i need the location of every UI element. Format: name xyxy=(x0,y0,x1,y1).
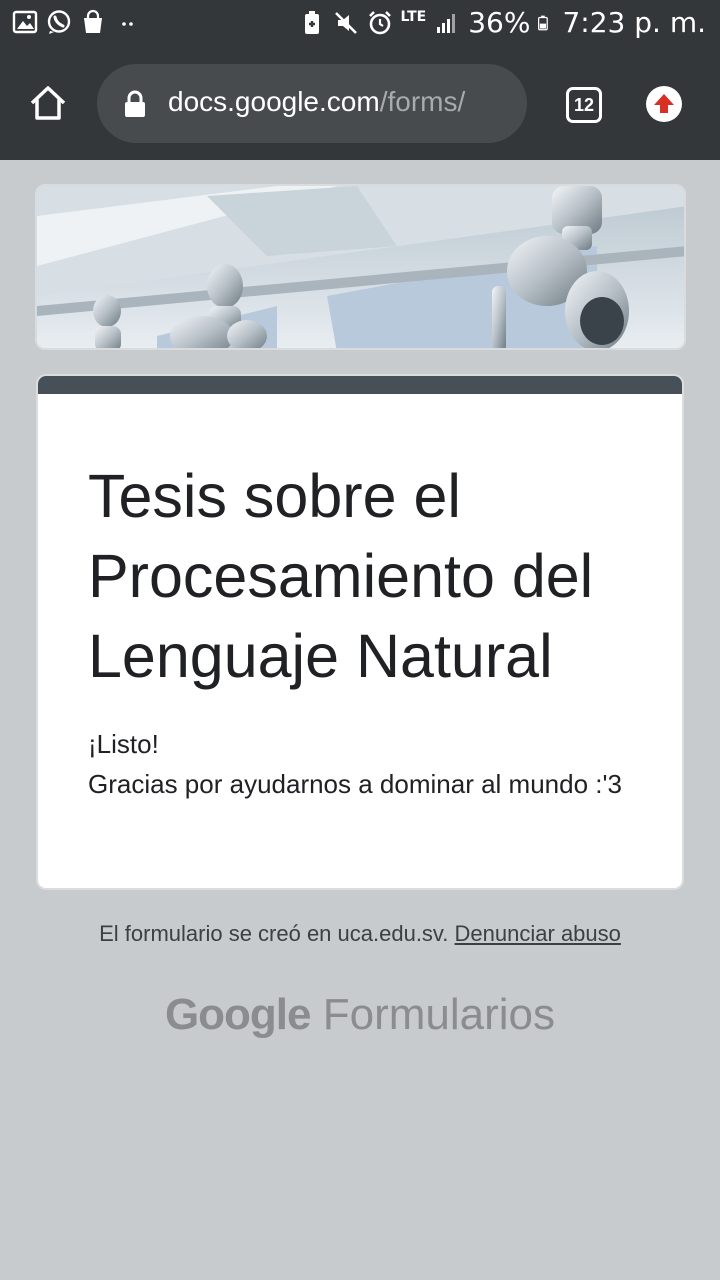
form-header-image xyxy=(35,184,686,350)
report-abuse-link[interactable]: Denunciar abuso xyxy=(455,921,621,946)
lock-icon xyxy=(125,90,145,117)
system-status: LTE 36% 7:23 p. m. xyxy=(299,6,706,39)
alarm-icon xyxy=(368,10,391,34)
url-text[interactable]: docs.google.com/forms/ xyxy=(168,86,486,118)
google-wordmark: Google xyxy=(164,990,312,1039)
mute-icon xyxy=(334,11,357,34)
more-dots-icon xyxy=(122,22,133,26)
robots-illustration xyxy=(37,186,684,348)
signal-icon xyxy=(437,13,456,33)
confirmation-line-1: ¡Listo! xyxy=(88,729,159,759)
address-bar[interactable]: docs.google.com/forms/ xyxy=(97,64,527,143)
gallery-icon xyxy=(12,10,38,34)
shopping-bag-icon xyxy=(84,9,102,33)
clock: 7:23 p. m. xyxy=(562,6,706,39)
confirmation-line-2: Gracias por ayudarnos a dominar al mundo… xyxy=(88,769,622,799)
battery-percent: 36% xyxy=(468,6,531,39)
notification-icons xyxy=(12,9,140,35)
form-title: Tesis sobre el Procesamiento del Lenguaj… xyxy=(88,462,594,690)
url-path: /forms/ xyxy=(379,86,466,117)
battery-saver-icon xyxy=(304,10,319,34)
confirmation-message: ¡Listo! Gracias por ayudarnos a dominar … xyxy=(88,724,648,804)
status-bar: LTE 36% 7:23 p. m. xyxy=(0,0,720,50)
home-icon[interactable] xyxy=(28,83,68,123)
browser-toolbar: docs.google.com/forms/ 12 xyxy=(0,50,720,160)
battery-icon xyxy=(538,15,549,30)
form-card: Tesis sobre el Procesamiento del Lenguaj… xyxy=(36,374,684,890)
arrow-up-icon xyxy=(654,94,674,113)
url-host: docs.google.com xyxy=(168,86,380,117)
update-button[interactable] xyxy=(646,86,682,122)
whatsapp-icon xyxy=(47,10,71,34)
tab-switcher-button[interactable]: 12 xyxy=(566,87,602,123)
footer-note: El formulario se creó en uca.edu.sv. Den… xyxy=(0,921,720,947)
created-in-text: El formulario se creó en uca.edu.sv. xyxy=(99,921,449,946)
product-name: Formularios xyxy=(322,990,556,1039)
google-forms-logo[interactable]: Google Formularios xyxy=(0,990,720,1040)
card-accent-bar xyxy=(38,376,682,394)
lte-indicator: LTE xyxy=(400,8,427,25)
